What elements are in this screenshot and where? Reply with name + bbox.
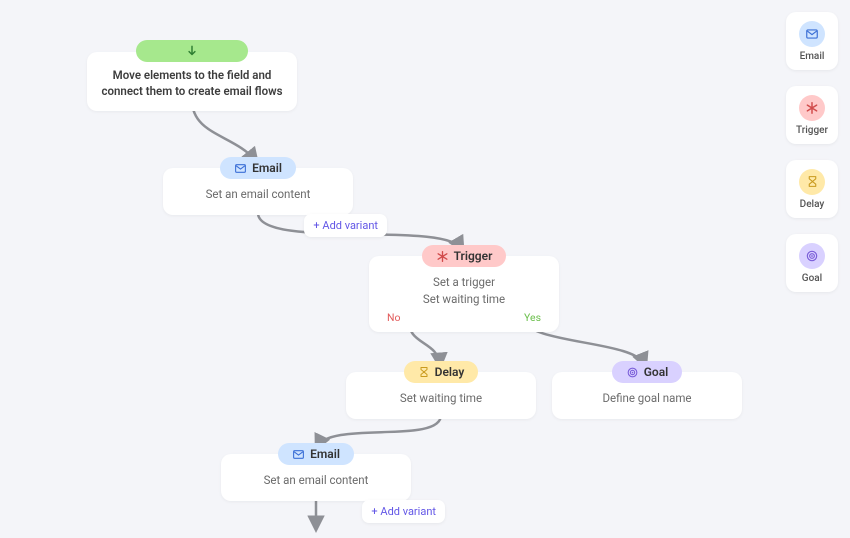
start-badge <box>136 40 248 62</box>
delay-node-body: Set waiting time <box>346 383 536 409</box>
trigger-no-label: No <box>387 311 400 324</box>
email-node-1[interactable]: Email Set an email content + Add variant <box>163 168 353 215</box>
email-icon <box>799 21 825 47</box>
goal-node[interactable]: Goal Define goal name <box>552 372 742 419</box>
hourglass-icon <box>799 169 825 195</box>
trigger-node-body: Set a trigger Set waiting time <box>369 267 559 309</box>
palette-label: Email <box>800 51 825 62</box>
hourglass-icon <box>418 366 430 378</box>
add-variant-button[interactable]: + Add variant <box>362 500 445 523</box>
palette-label: Delay <box>800 199 825 210</box>
flow-canvas[interactable]: Move elements to the field and connect t… <box>0 0 850 538</box>
email-badge-label: Email <box>310 447 340 461</box>
trigger-badge: Trigger <box>422 245 507 267</box>
email-badge: Email <box>278 443 354 465</box>
start-instruction: Move elements to the field and connect t… <box>87 62 297 101</box>
node-palette: Email Trigger Delay Goal <box>786 12 838 292</box>
target-icon <box>626 366 639 379</box>
palette-trigger[interactable]: Trigger <box>786 86 838 144</box>
asterisk-icon <box>799 95 825 121</box>
trigger-node[interactable]: Trigger Set a trigger Set waiting time N… <box>369 256 559 332</box>
goal-badge-label: Goal <box>644 365 669 379</box>
email-node-body: Set an email content <box>221 465 411 491</box>
delay-badge: Delay <box>404 361 479 383</box>
start-node[interactable]: Move elements to the field and connect t… <box>87 52 297 111</box>
email-badge: Email <box>220 157 296 179</box>
goal-badge: Goal <box>612 361 683 383</box>
asterisk-icon <box>436 250 449 263</box>
trigger-line-1: Set a trigger <box>377 274 551 291</box>
delay-badge-label: Delay <box>435 365 465 379</box>
palette-email[interactable]: Email <box>786 12 838 70</box>
email-icon <box>292 448 305 461</box>
goal-node-body: Define goal name <box>552 383 742 409</box>
palette-delay[interactable]: Delay <box>786 160 838 218</box>
target-icon <box>799 243 825 269</box>
palette-label: Goal <box>802 273 822 284</box>
email-icon <box>234 162 247 175</box>
trigger-yes-label: Yes <box>524 311 541 324</box>
palette-label: Trigger <box>796 125 828 136</box>
trigger-line-2: Set waiting time <box>377 291 551 308</box>
email-node-2[interactable]: Email Set an email content + Add variant <box>221 454 411 501</box>
arrow-down-icon <box>185 44 199 58</box>
add-variant-button[interactable]: + Add variant <box>304 214 387 237</box>
email-node-body: Set an email content <box>163 179 353 205</box>
delay-node[interactable]: Delay Set waiting time <box>346 372 536 419</box>
trigger-badge-label: Trigger <box>454 249 493 263</box>
palette-goal[interactable]: Goal <box>786 234 838 292</box>
email-badge-label: Email <box>252 161 282 175</box>
